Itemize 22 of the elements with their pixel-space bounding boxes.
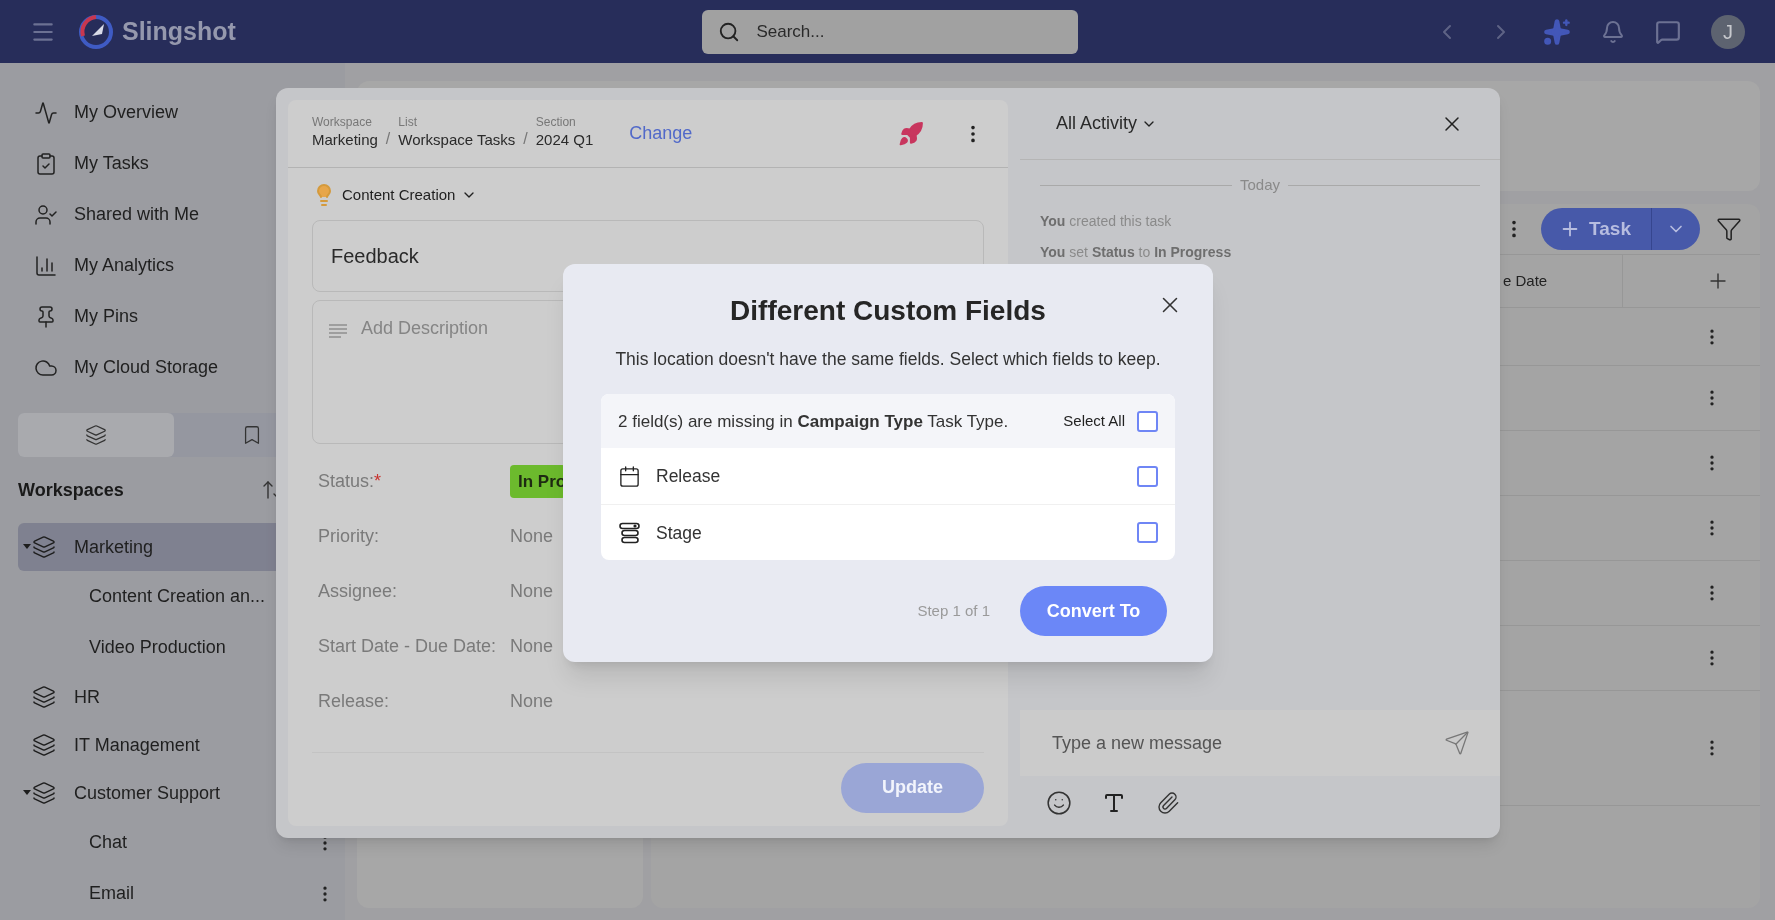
breadcrumb-caption: List: [398, 115, 418, 130]
activity-entry: You set Status to In Progress: [1040, 242, 1233, 262]
field-label: Status:*: [318, 470, 383, 493]
breadcrumb-separator: /: [385, 128, 391, 149]
app-name: Slingshot: [122, 15, 236, 47]
breadcrumb-separator: /: [523, 128, 528, 149]
missing-fields-note: 2 field(s) are missing in Campaign Type Task Type.: [618, 410, 1010, 433]
field-name: Stage: [656, 521, 703, 545]
activity-entry: You created this task: [1040, 211, 1173, 231]
column-header: e Date: [1503, 270, 1548, 291]
field-label: Start Date - Due Date:: [318, 635, 498, 658]
select-all-label: Select All: [1063, 411, 1125, 431]
field-name: Release: [656, 465, 722, 489]
step-indicator: Step 1 of 1: [917, 600, 990, 621]
date-divider: Today: [1240, 175, 1280, 195]
field-label: Assignee:: [318, 580, 399, 603]
field-label: Release:: [318, 690, 391, 713]
breadcrumb-caption: Section: [535, 115, 577, 130]
dialog-title: Different Custom Fields: [730, 294, 1046, 328]
dialog-description: This location doesn't have the same fields. Select which fields to keep.: [614, 348, 1162, 371]
section-title: Workspaces: [18, 478, 125, 502]
breadcrumb-caption: Workspace: [312, 115, 373, 130]
